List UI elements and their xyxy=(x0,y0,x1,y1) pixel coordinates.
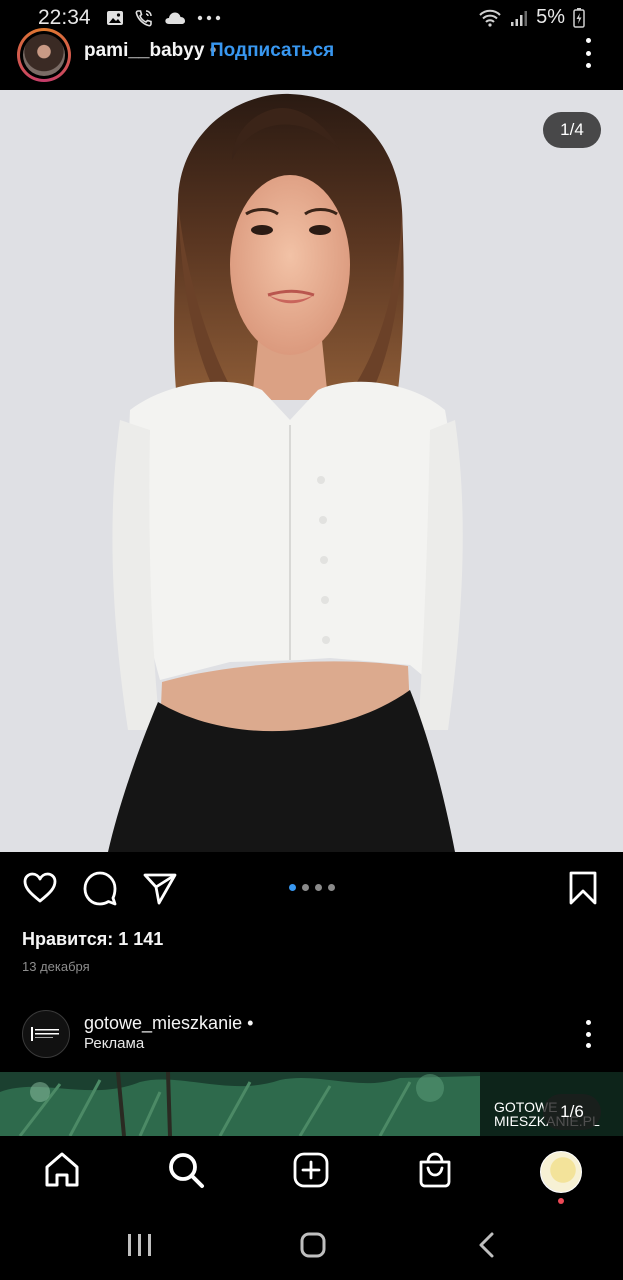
search-icon[interactable] xyxy=(167,1151,205,1189)
sponsored-label: Реклама xyxy=(84,1035,145,1052)
more-dots-icon xyxy=(197,15,221,21)
home-button-icon[interactable] xyxy=(293,1230,333,1260)
status-time: 22:34 xyxy=(38,6,91,29)
carousel-dot xyxy=(302,884,309,891)
user-avatar[interactable] xyxy=(17,28,71,82)
comment-icon[interactable] xyxy=(82,870,118,906)
post-actions xyxy=(0,862,623,918)
ad-username[interactable]: gotowe_mieszkanie • xyxy=(84,1013,253,1034)
post-options-icon[interactable] xyxy=(581,38,595,68)
cloud-icon xyxy=(165,12,185,24)
signal-icon xyxy=(511,10,528,26)
carousel-dot xyxy=(328,884,335,891)
wifi-call-icon xyxy=(135,10,152,27)
post-date: 13 декабря xyxy=(22,959,90,974)
ad-post-header: gotowe_mieszkanie • Реклама xyxy=(0,1004,623,1064)
ad-avatar[interactable] xyxy=(22,1010,70,1058)
post-header: pami__babyy • Подписаться xyxy=(0,28,623,84)
post-username[interactable]: pami__babyy • xyxy=(84,40,216,62)
status-system: 5% xyxy=(478,6,585,29)
carousel-indicator xyxy=(289,884,335,891)
profile-avatar[interactable] xyxy=(540,1151,582,1193)
photo-counter-badge: 1/4 xyxy=(543,112,601,148)
status-notifications xyxy=(106,8,222,28)
gallery-icon xyxy=(107,11,123,25)
like-heart-icon[interactable] xyxy=(22,870,58,906)
avatar-photo xyxy=(23,34,65,76)
separator-dot: • xyxy=(247,1013,254,1033)
battery-icon xyxy=(573,7,585,28)
notification-dot xyxy=(558,1198,564,1204)
ad-options-icon[interactable] xyxy=(581,1020,595,1048)
carousel-dot xyxy=(315,884,322,891)
brand-logo-icon xyxy=(31,1027,59,1041)
battery-level: 5% xyxy=(536,6,565,28)
share-send-icon[interactable] xyxy=(142,870,178,906)
portrait-photo xyxy=(0,90,623,852)
home-icon[interactable] xyxy=(43,1151,81,1189)
follow-button[interactable]: Подписаться xyxy=(210,40,334,62)
system-navigation-bar xyxy=(0,1208,623,1280)
ad-image[interactable]: GOTOWE MIESZKANIE.PL 1/6 xyxy=(0,1072,623,1136)
bottom-navigation xyxy=(0,1136,623,1208)
shop-icon[interactable] xyxy=(416,1151,454,1189)
post-image[interactable]: 1/4 xyxy=(0,90,623,852)
back-icon[interactable] xyxy=(468,1230,508,1260)
instagram-feed-screen: 22:34 5% pami__babyy • Подписаться 1/4 Н… xyxy=(0,0,623,1280)
likes-count[interactable]: Нравится: 1 141 xyxy=(22,929,163,950)
recent-apps-icon[interactable] xyxy=(120,1230,160,1260)
ad-photo-counter-badge: 1/6 xyxy=(543,1094,601,1130)
new-post-icon[interactable] xyxy=(292,1151,330,1189)
carousel-dot-active xyxy=(289,884,296,891)
save-bookmark-icon[interactable] xyxy=(565,870,601,906)
wifi-icon xyxy=(479,9,501,27)
